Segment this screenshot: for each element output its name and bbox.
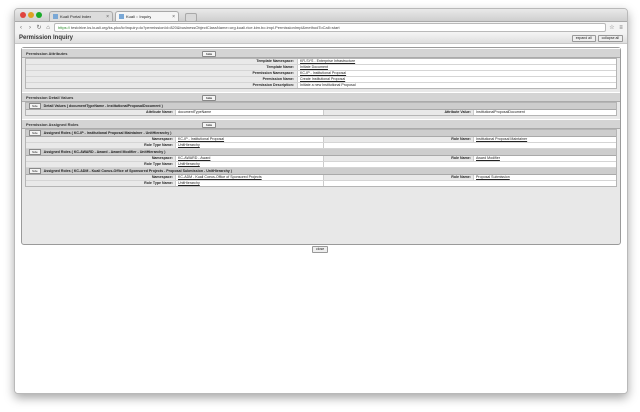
hide-button[interactable]: hide <box>29 168 41 174</box>
close-button[interactable]: close <box>312 246 329 253</box>
hide-button[interactable]: hide <box>202 51 217 57</box>
browser-titlebar: Kuali Portal Index × Kuali :: Inquiry × <box>15 9 627 22</box>
hide-button[interactable]: hide <box>202 95 217 101</box>
home-icon[interactable]: ⌂ <box>45 25 51 31</box>
field-link[interactable]: Proposal Submission <box>474 175 616 180</box>
field-label: Role Name: <box>324 137 474 142</box>
detail-values-table: hide Detail Values ( documentTypeName - … <box>25 102 617 116</box>
subsection-title: Assigned Roles ( KC-AWARD - Award - Awar… <box>43 150 166 154</box>
field-link[interactable]: Initiate Document <box>298 65 616 70</box>
field-label: Attribute Value: <box>324 110 474 115</box>
field-label: Role Name: <box>324 175 474 180</box>
section-title: Permission Attributes <box>26 50 68 56</box>
section-assigned-roles: Permission Assigned Roles hide <box>22 119 620 129</box>
field-label: Role Type Name: <box>26 143 176 148</box>
field-label: Template Namespace: <box>26 59 298 64</box>
empty-cell <box>324 162 616 167</box>
field-label: Role Name: <box>324 156 474 161</box>
close-window-button[interactable] <box>20 12 26 18</box>
minimize-window-button[interactable] <box>28 12 34 18</box>
field-link[interactable]: KC-ADM - Kuali Coeus-Office of Sponsored… <box>176 175 324 180</box>
hide-button[interactable]: hide <box>29 149 41 155</box>
assigned-role-subheader: hide Assigned Roles ( KC-IP - Institutio… <box>26 130 616 137</box>
table-row: Role Type Name: UnitHierarchy <box>26 181 616 186</box>
field-label: Template Name: <box>26 65 298 70</box>
assigned-role-subheader: hide Assigned Roles ( KC-ADM - Kuali Coe… <box>26 168 616 175</box>
section-detail-values: Permission Detail Values hide <box>22 92 620 102</box>
subsection-title: Assigned Roles ( KC-ADM - Kuali Coeus-Of… <box>43 169 232 173</box>
tab-close-icon[interactable]: × <box>172 14 175 20</box>
field-label: Role Type Name: <box>26 181 176 186</box>
field-link[interactable]: UnitHierarchy <box>176 143 324 148</box>
field-link[interactable]: KC-AWARD - Award <box>176 156 324 161</box>
expand-all-button[interactable]: expand all <box>571 34 596 42</box>
field-label: Permission Name: <box>26 77 298 82</box>
field-label: Attribute Name: <box>26 110 176 115</box>
empty-cell <box>324 143 616 148</box>
table-row: Attribute Name: documentTypeName Attribu… <box>26 110 616 115</box>
subsection-title: Detail Values ( documentTypeName - Insti… <box>43 104 163 108</box>
zoom-window-button[interactable] <box>36 12 42 18</box>
field-link[interactable]: Institutional Proposal Maintainer <box>474 137 616 142</box>
forward-icon[interactable]: › <box>27 25 33 31</box>
field-link[interactable]: KC-IP - Institutional Proposal <box>176 137 324 142</box>
field-link[interactable]: UnitHierarchy <box>176 162 324 167</box>
field-link[interactable]: KC-IP - Institutional Proposal <box>298 71 616 76</box>
address-bar[interactable]: https:// testdrive.ks.kuali.org/ks-pko/k… <box>54 23 606 32</box>
detail-values-subheader: hide Detail Values ( documentTypeName - … <box>26 103 616 110</box>
browser-tab-inquiry[interactable]: Kuali :: Inquiry × <box>115 11 179 21</box>
page-content: Permission Inquiry expand all collapse a… <box>15 33 627 393</box>
tab-favicon-icon <box>53 14 58 19</box>
field-label: Namespace: <box>26 156 176 161</box>
field-label: Namespace: <box>26 137 176 142</box>
wrench-menu-icon[interactable]: ≡ <box>618 25 624 31</box>
field-value: documentTypeName <box>176 110 324 115</box>
hide-button[interactable]: hide <box>29 130 41 136</box>
assigned-role-subheader: hide Assigned Roles ( KC-AWARD - Award -… <box>26 149 616 156</box>
field-label: Permission Namespace: <box>26 71 298 76</box>
browser-tab-portal[interactable]: Kuali Portal Index × <box>49 11 113 21</box>
table-row: Permission Description: Initiate a new I… <box>26 83 616 88</box>
field-label: Permission Description: <box>26 83 298 88</box>
reload-icon[interactable]: ↻ <box>36 25 42 31</box>
subsection-title: Assigned Roles ( KC-IP - Institutional P… <box>43 131 172 135</box>
back-icon[interactable]: ‹ <box>18 25 24 31</box>
field-value: Initiate a new Institutional Proposal <box>298 83 616 88</box>
hide-button[interactable]: hide <box>202 122 217 128</box>
section-title: Permission Detail Values <box>26 94 74 100</box>
tab-favicon-icon <box>119 14 124 19</box>
page-title: Permission Inquiry <box>19 35 74 41</box>
url-scheme: https:// <box>58 25 71 30</box>
permission-attributes-table: Template Namespace: KR-SYS - Enterprise … <box>25 58 617 89</box>
field-label: Namespace: <box>26 175 176 180</box>
tab-label: Kuali Portal Index <box>60 14 92 19</box>
new-tab-button[interactable] <box>185 13 197 22</box>
field-link[interactable]: Create Institutional Proposal <box>298 77 616 82</box>
field-link[interactable]: Award Modifier <box>474 156 616 161</box>
bookmark-star-icon[interactable]: ☆ <box>609 25 615 31</box>
field-label: Role Type Name: <box>26 162 176 167</box>
browser-window: Kuali Portal Index × Kuali :: Inquiry × … <box>14 8 628 394</box>
tab-label: Kuali :: Inquiry <box>126 14 152 19</box>
assigned-roles-table: hide Assigned Roles ( KC-IP - Institutio… <box>25 129 617 187</box>
section-title: Permission Assigned Roles <box>26 121 79 127</box>
url-text: testdrive.ks.kuali.org/ks-pko/kr/inquiry… <box>71 25 340 30</box>
empty-cell <box>324 181 616 186</box>
field-link[interactable]: UnitHierarchy <box>176 181 324 186</box>
hide-button[interactable]: hide <box>29 103 41 109</box>
field-link[interactable]: KR-SYS - Enterprise Infrastructure <box>298 59 616 64</box>
tab-close-icon[interactable]: × <box>106 14 109 20</box>
collapse-all-button[interactable]: collapse all <box>597 34 623 42</box>
page-header: Permission Inquiry expand all collapse a… <box>15 33 627 44</box>
field-value: InstitutionalProposalDocument <box>474 110 616 115</box>
inquiry-panel: Permission Attributes hide Template Name… <box>21 47 621 245</box>
section-permission-attributes: Permission Attributes hide <box>22 48 620 58</box>
